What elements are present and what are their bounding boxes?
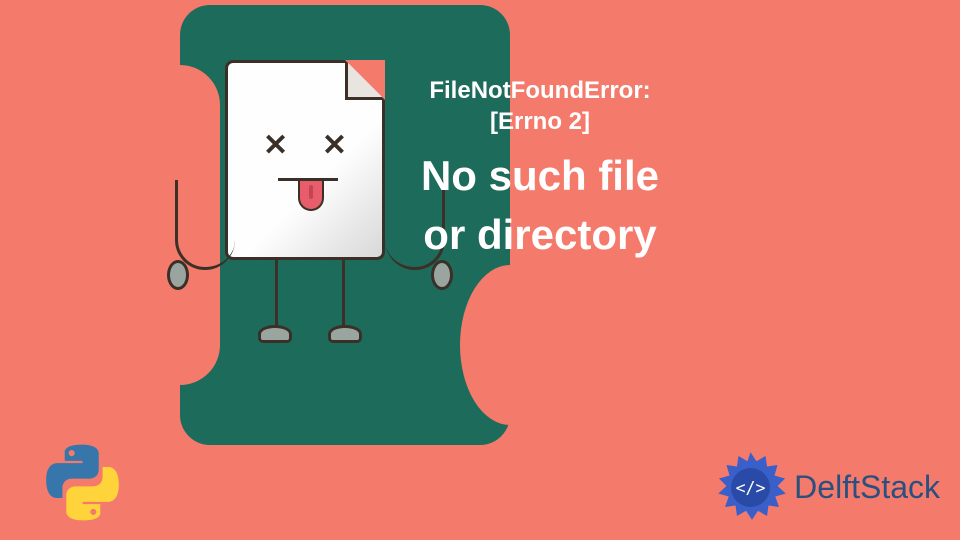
tongue-icon	[298, 181, 324, 211]
arm-left-icon	[175, 180, 235, 270]
delftstack-brand-text: DelftStack	[794, 469, 940, 506]
foot-left-icon	[258, 325, 292, 343]
foot-right-icon	[328, 325, 362, 343]
error-code: [Errno 2]	[400, 106, 680, 137]
x-eye-left-icon: ✕	[263, 128, 288, 163]
error-text-block: FileNotFoundError: [Errno 2] No such fil…	[400, 75, 680, 265]
x-eye-right-icon: ✕	[322, 128, 347, 163]
svg-text:</>: </>	[736, 479, 766, 498]
delftstack-logo: </> DelftStack	[713, 450, 940, 525]
file-body-icon: ✕ ✕	[225, 60, 385, 260]
file-character-illustration: ✕ ✕	[225, 60, 395, 370]
delftstack-emblem-icon: </>	[713, 450, 788, 525]
error-message: No such file or directory	[400, 147, 680, 265]
hand-left-icon	[167, 260, 189, 290]
leg-left-icon	[275, 260, 278, 330]
python-logo-icon	[40, 440, 125, 525]
error-title: FileNotFoundError:	[400, 75, 680, 106]
leg-right-icon	[342, 260, 345, 330]
